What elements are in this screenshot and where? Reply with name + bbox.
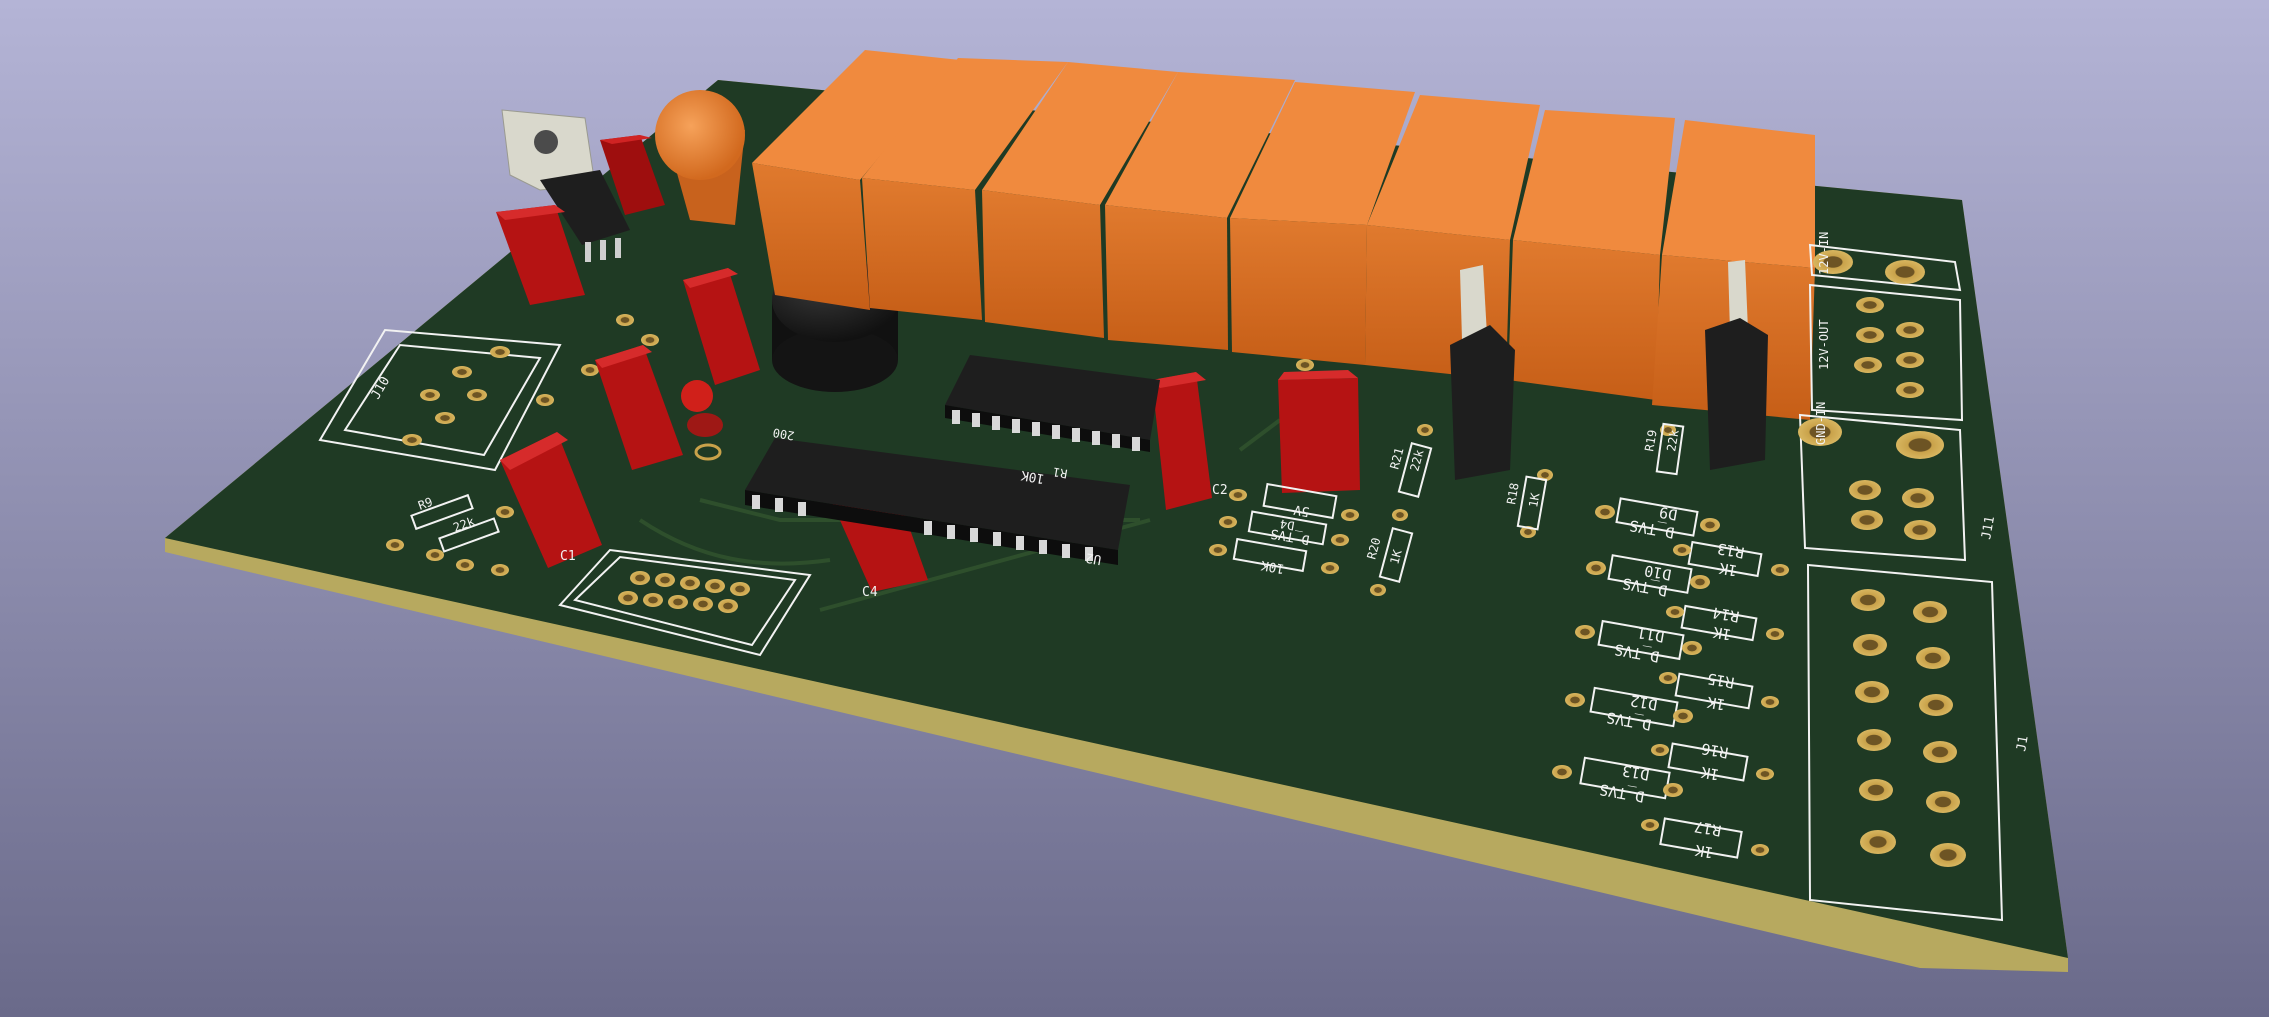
- hdr-12v-out: 12V-OUT: [1817, 319, 1831, 370]
- pcb-render: J10 R9 22k C1 C4 C2 U2 10K R1 200 5V D4 …: [0, 0, 2269, 1017]
- r1-label: R1: [1052, 465, 1069, 481]
- r15-value: 1K: [1706, 693, 1727, 714]
- r16-value: 1K: [1700, 763, 1721, 784]
- hdr-12v-in: 12V-IN: [1817, 232, 1831, 275]
- r17-value: 1K: [1694, 841, 1715, 862]
- c1-label: C1: [560, 549, 576, 564]
- r13-value: 1K: [1718, 559, 1739, 580]
- u2-label: U2: [1085, 549, 1103, 566]
- c2-label: C2: [1212, 483, 1228, 498]
- hdr-gnd-in: GND-IN: [1814, 402, 1828, 445]
- j1-label: J1: [2014, 735, 2031, 753]
- 3d-pcb-viewer[interactable]: J10 R9 22k C1 C4 C2 U2 10K R1 200 5V D4 …: [0, 0, 2269, 1017]
- d4-zener-value: 5V: [1293, 501, 1311, 519]
- r14-value: 1K: [1712, 623, 1733, 644]
- c4-label: C4: [862, 585, 878, 600]
- d9-label: D9: [1658, 503, 1679, 524]
